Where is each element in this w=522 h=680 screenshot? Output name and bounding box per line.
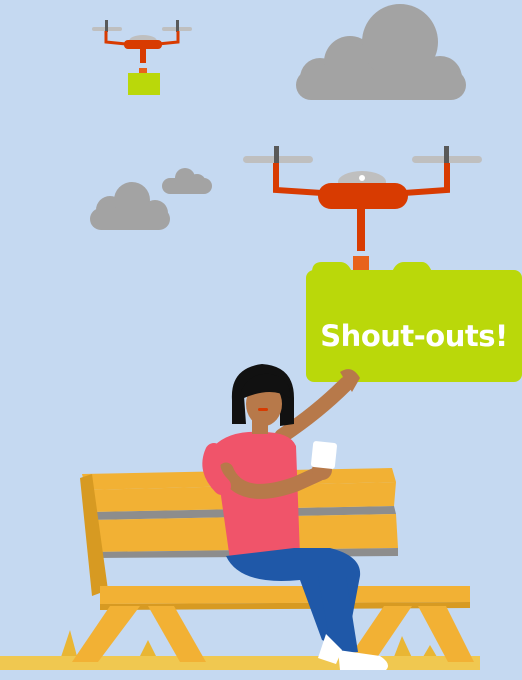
package-icon (128, 73, 160, 95)
phone-icon (311, 441, 337, 469)
shout-outs-sign-label: Shout-outs! (320, 319, 508, 353)
